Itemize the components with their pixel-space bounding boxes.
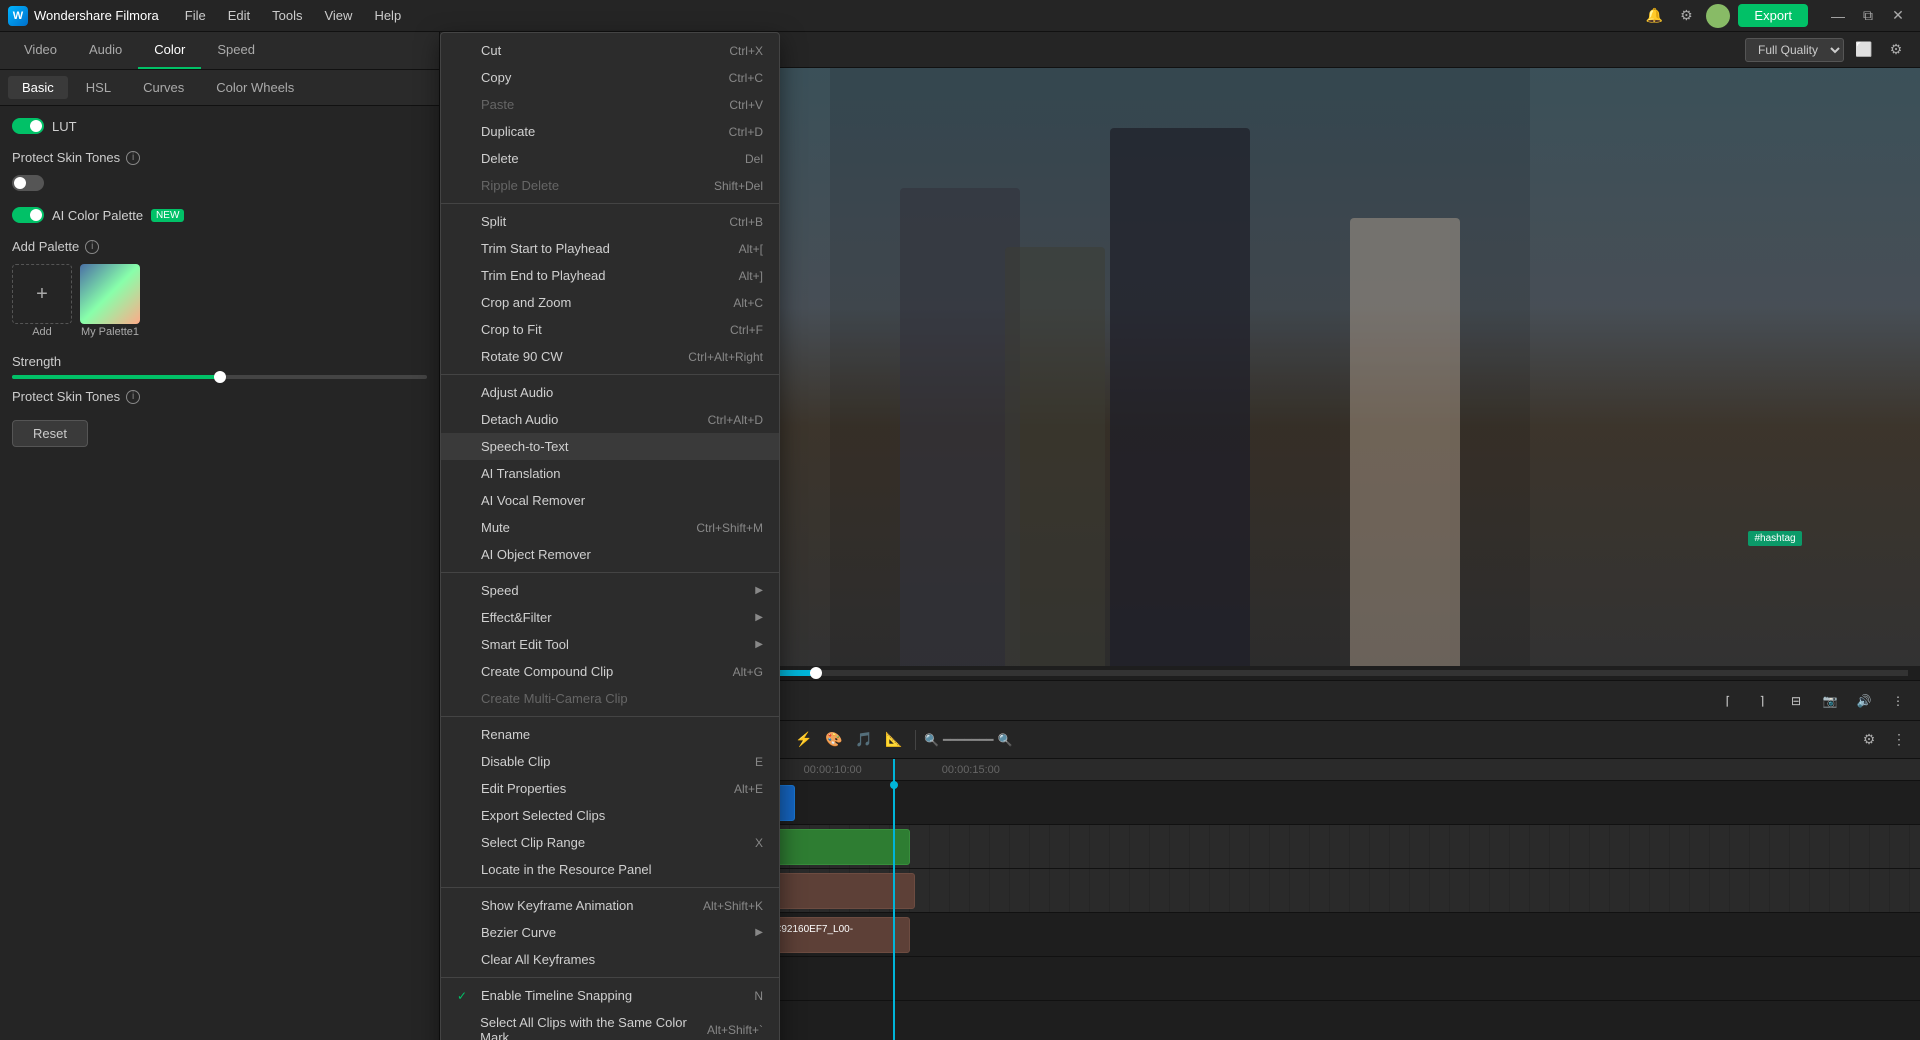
ctx-speech-to-text[interactable]: Speech-to-Text <box>441 433 779 460</box>
ctx-select-range[interactable]: Select Clip Range X <box>441 829 779 856</box>
ctx-export-clips[interactable]: Export Selected Clips <box>441 802 779 829</box>
ctx-sep-2 <box>441 374 779 375</box>
ctx-duplicate[interactable]: Duplicate Ctrl+D <box>441 118 779 145</box>
ctx-copy[interactable]: Copy Ctrl+C <box>441 64 779 91</box>
ctx-ripple-delete: Ripple Delete Shift+Del <box>441 172 779 199</box>
ctx-ai-translation[interactable]: AI Translation <box>441 460 779 487</box>
ctx-speed[interactable]: Speed <box>441 577 779 604</box>
ctx-crop-fit[interactable]: Crop to Fit Ctrl+F <box>441 316 779 343</box>
snapping-check: ✓ <box>457 989 473 1003</box>
ctx-locate-resource[interactable]: Locate in the Resource Panel <box>441 856 779 883</box>
ctx-disable-clip[interactable]: Disable Clip E <box>441 748 779 775</box>
ctx-multi-cam: Create Multi-Camera Clip <box>441 685 779 712</box>
ctx-sep-5 <box>441 887 779 888</box>
ctx-mute[interactable]: Mute Ctrl+Shift+M <box>441 514 779 541</box>
ctx-snapping[interactable]: ✓ Enable Timeline Snapping N <box>441 982 779 1009</box>
ctx-ai-object[interactable]: AI Object Remover <box>441 541 779 568</box>
ctx-cut[interactable]: Cut Ctrl+X <box>441 37 779 64</box>
ctx-crop-zoom[interactable]: Crop and Zoom Alt+C <box>441 289 779 316</box>
context-menu: Cut Ctrl+X Copy Ctrl+C Paste Ctrl+V Dupl… <box>440 32 780 1040</box>
ctx-rename[interactable]: Rename <box>441 721 779 748</box>
ctx-bezier[interactable]: Bezier Curve <box>441 919 779 946</box>
ctx-effect-filter[interactable]: Effect&Filter <box>441 604 779 631</box>
ctx-select-color-mark[interactable]: Select All Clips with the Same Color Mar… <box>441 1009 779 1040</box>
ctx-sep-3 <box>441 572 779 573</box>
ctx-delete[interactable]: Delete Del <box>441 145 779 172</box>
ctx-sep-4 <box>441 716 779 717</box>
ctx-adjust-audio[interactable]: Adjust Audio <box>441 379 779 406</box>
ctx-ai-vocal[interactable]: AI Vocal Remover <box>441 487 779 514</box>
ctx-edit-properties[interactable]: Edit Properties Alt+E <box>441 775 779 802</box>
ctx-rotate[interactable]: Rotate 90 CW Ctrl+Alt+Right <box>441 343 779 370</box>
ctx-compound-clip[interactable]: Create Compound Clip Alt+G <box>441 658 779 685</box>
ctx-trim-start[interactable]: Trim Start to Playhead Alt+[ <box>441 235 779 262</box>
ctx-keyframe[interactable]: Show Keyframe Animation Alt+Shift+K <box>441 892 779 919</box>
ctx-smart-edit[interactable]: Smart Edit Tool <box>441 631 779 658</box>
ctx-split[interactable]: Split Ctrl+B <box>441 208 779 235</box>
ctx-clear-keyframes[interactable]: Clear All Keyframes <box>441 946 779 973</box>
ctx-paste: Paste Ctrl+V <box>441 91 779 118</box>
ctx-sep-6 <box>441 977 779 978</box>
ctx-trim-end[interactable]: Trim End to Playhead Alt+] <box>441 262 779 289</box>
ctx-sep-1 <box>441 203 779 204</box>
context-menu-overlay[interactable]: Cut Ctrl+X Copy Ctrl+C Paste Ctrl+V Dupl… <box>0 0 1920 1040</box>
ctx-detach-audio[interactable]: Detach Audio Ctrl+Alt+D <box>441 406 779 433</box>
